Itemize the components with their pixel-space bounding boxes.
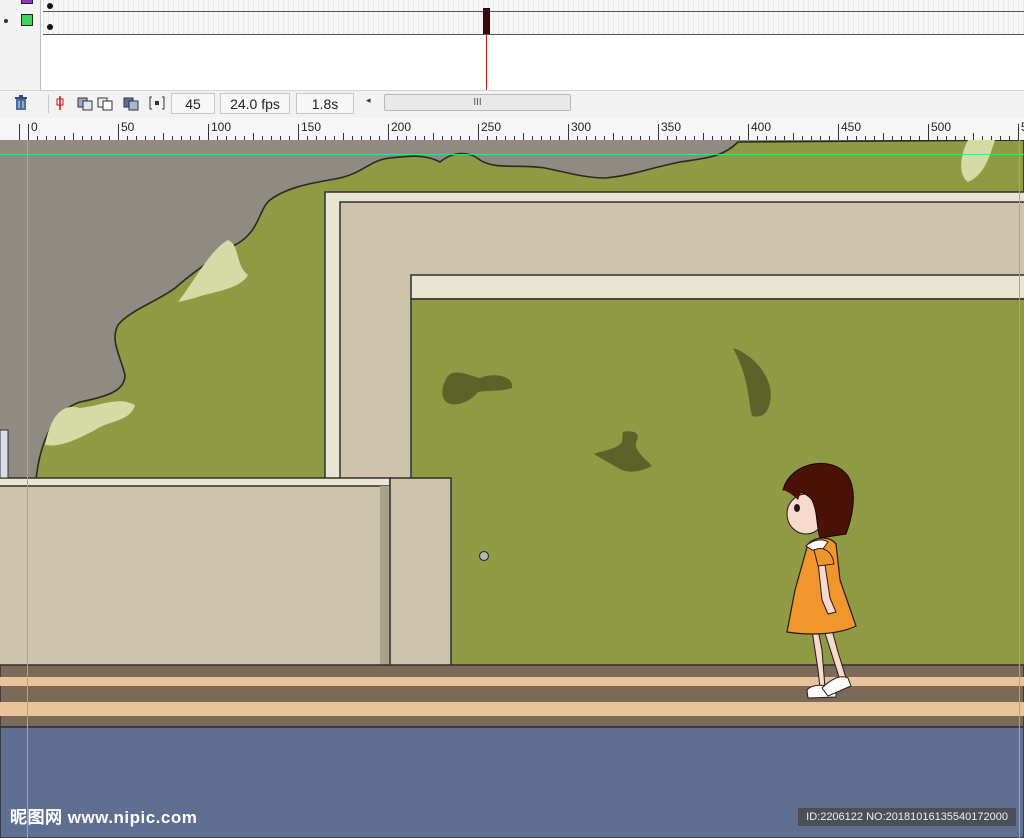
playhead[interactable] [483,8,490,34]
guide-horizontal[interactable] [0,154,1024,155]
low-wall-pillar [389,477,452,670]
ruler-label: 250 [481,120,502,134]
playhead-line [486,34,487,90]
ruler-label: 350 [661,120,682,134]
layer-outline-swatch[interactable] [21,14,33,26]
wall-green-panel [410,298,1024,670]
frame-row-active[interactable] [43,11,1024,35]
edit-multiple-frames-icon[interactable] [122,95,140,113]
scroll-thumb-grip[interactable]: III [473,97,481,108]
guide-vertical[interactable] [27,140,28,838]
toolbar-divider [48,95,49,113]
sidewalk-base [0,664,1024,728]
ruler-tick [883,133,884,140]
watermark-site: 昵图网 www.nipic.com [10,808,198,827]
ruler-tick [253,133,254,140]
sidewalk-stripe [0,702,1024,716]
current-frame-field[interactable]: 45 [171,93,215,114]
ruler-label: 450 [841,120,862,134]
layer-row-active[interactable] [0,11,40,31]
scene-artwork [0,140,1024,838]
keyframe-dot[interactable] [47,3,53,9]
ruler-tick [748,124,749,140]
sidewalk-stripe [0,677,1024,686]
onion-skin-icon[interactable] [76,95,94,113]
low-wall-shadow [380,486,390,669]
timeline-toolbar: 45 24.0 fps 1.8s ◂ III [0,90,1024,118]
girl-eye [794,504,800,512]
ruler-label: 500 [931,120,952,134]
timeline-panel: 45 24.0 fps 1.8s ◂ III [0,0,1024,118]
ruler-tick [523,133,524,140]
keyframe-dot[interactable] [47,24,53,30]
guide-vertical[interactable] [1019,140,1020,838]
ruler-label: 200 [391,120,412,134]
ruler-tick [433,133,434,140]
trash-icon[interactable] [12,95,30,113]
ruler-tick [793,133,794,140]
layer-color-swatch[interactable] [21,0,33,4]
modify-onion-markers-icon[interactable] [148,95,166,113]
watermark-id: ID:2206122 NO:20181016135540172000 [798,808,1016,826]
center-frame-icon[interactable] [51,95,69,113]
frame-rate-field[interactable]: 24.0 fps [220,93,290,114]
horizontal-ruler: 0501001502002503003504004505005 [0,118,1024,141]
ruler-tick [928,124,929,140]
ruler-tick [838,124,839,140]
ruler-tick [568,124,569,140]
ruler-tick [298,124,299,140]
layer-list [0,0,41,90]
low-wall-body [0,485,391,670]
timeline-horizontal-scrollbar[interactable]: III [384,94,571,111]
ruler-tick [613,133,614,140]
ruler-tick [973,133,974,140]
layer-visibility-dot[interactable] [4,19,8,23]
scroll-left-arrow-icon[interactable]: ◂ [366,95,371,106]
ruler-tick [28,124,29,140]
ruler-label: 400 [751,120,772,134]
ruler-label: 50 [121,120,135,134]
ruler-label: 100 [211,120,232,134]
ruler-tick [388,124,389,140]
window-sliver [0,429,9,479]
elapsed-time-field: 1.8s [296,93,354,114]
ruler-tick [118,124,119,140]
ruler-tick [343,133,344,140]
ruler-tick [208,124,209,140]
ruler-tick [703,133,704,140]
ruler-tick [19,124,20,140]
ruler-tick [658,124,659,140]
ruler-label: 300 [571,120,592,134]
ruler-label: 150 [301,120,322,134]
wall-inner-trim [410,274,1024,300]
stage-canvas[interactable]: 昵图网 www.nipic.com ID:2206122 NO:20181016… [0,140,1024,838]
onion-skin-outlines-icon[interactable] [96,95,114,113]
ruler-label: 0 [31,120,38,134]
ruler-tick [478,124,479,140]
ruler-tick [1018,124,1019,140]
ruler-tick [163,133,164,140]
registration-point[interactable] [478,550,490,562]
ruler-tick [73,133,74,140]
